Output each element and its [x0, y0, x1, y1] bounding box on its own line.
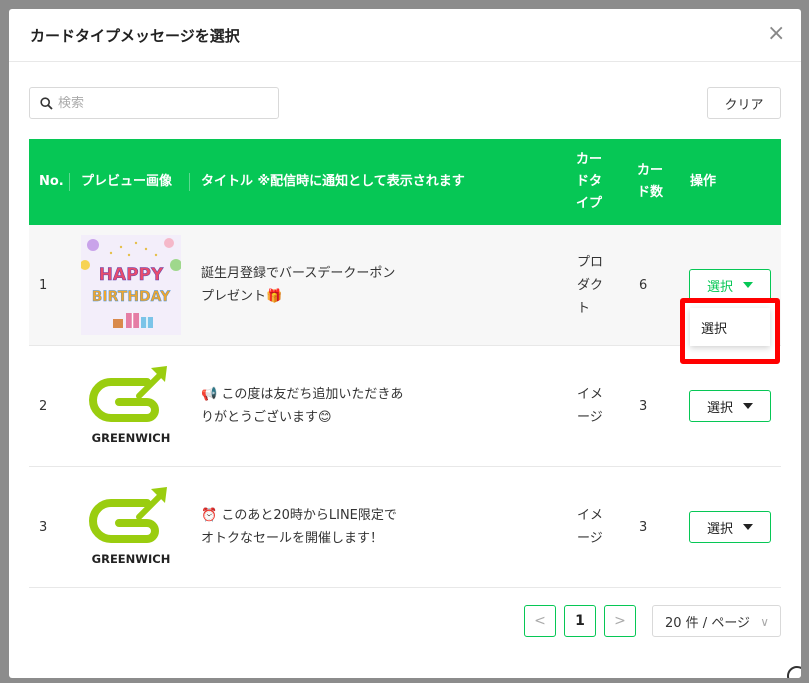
search-box[interactable] [29, 87, 279, 119]
row-card-type: イメージ [577, 467, 611, 587]
row-title-text: 📢 この度は友だち追加いただきありがとうございます😊 [201, 387, 404, 425]
row-title: 📢 この度は友だち追加いただきありがとうございます😊 [201, 346, 406, 466]
page-size-value: 20 件 / ページ [665, 615, 751, 631]
select-dropdown-button[interactable]: 選択 [689, 390, 771, 422]
toolbar: クリア [29, 87, 781, 119]
table-row: 2 GREENWICH 📢 この度は友だち追加いただきありがとうございます😊 イ… [29, 346, 781, 467]
page-number-button[interactable]: 1 [564, 605, 596, 637]
select-dropdown-button[interactable]: 選択 [689, 511, 771, 543]
row-card-type: イメージ [577, 346, 611, 466]
corner-circle-icon [787, 666, 801, 678]
next-page-button[interactable]: > [604, 605, 636, 637]
thumbnail-birthday-text: BIRTHDAY [92, 289, 171, 305]
row-card-count: 3 [639, 519, 648, 535]
caret-down-icon [743, 524, 753, 530]
row-title-text: 誕生月登録でバースデークーポンプレゼント🎁 [201, 266, 396, 304]
select-card-message-modal: カードタイプメッセージを選択 × クリア No. プレビュー画像 タイトル ※配… [9, 9, 801, 678]
row-no: 1 [39, 277, 48, 293]
header-divider [189, 173, 190, 191]
select-button-label: 選択 [706, 521, 733, 537]
card-message-table: No. プレビュー画像 タイトル ※配信時に通知として表示されます カードタイプ… [29, 139, 781, 588]
header-no: No. [39, 174, 64, 189]
row-action: 選択 [689, 467, 771, 587]
header-card-count: カード数 [637, 163, 664, 200]
preview-thumbnail: HAPPY BIRTHDAY [81, 225, 181, 345]
greenwich-logo-text: GREENWICH [92, 552, 171, 566]
happy-birthday-image: HAPPY BIRTHDAY [81, 235, 181, 335]
preview-thumbnail: GREENWICH [81, 346, 181, 466]
close-icon[interactable]: × [767, 23, 785, 45]
row-card-type: プロダクト [577, 225, 611, 345]
table-row: 1 HAPPY BIRTHDAY 誕生月登録でバースデークーポンプレゼント🎁 プ… [29, 225, 781, 346]
select-button-label: 選択 [706, 400, 733, 416]
row-title: ⏰ このあと20時からLINE限定でオトクなセールを開催します！ [201, 467, 406, 587]
thumbnail-happy-text: HAPPY [99, 265, 164, 285]
prev-page-button[interactable]: < [524, 605, 556, 637]
row-no: 3 [39, 519, 48, 535]
row-no: 2 [39, 398, 48, 414]
row-title-text: ⏰ このあと20時からLINE限定でオトクなセールを開催します！ [201, 508, 397, 546]
header-preview: プレビュー画像 [81, 174, 173, 189]
dropdown-item-select[interactable]: 選択 [690, 308, 770, 346]
greenwich-logo-text: GREENWICH [92, 431, 171, 445]
header-divider [69, 173, 70, 191]
caret-down-icon [743, 282, 753, 288]
pagination: < 1 > [524, 605, 636, 637]
dropdown-menu-highlight: 選択 [680, 298, 780, 364]
header-title: タイトル ※配信時に通知として表示されます [201, 174, 465, 189]
select-button-label: 選択 [706, 279, 733, 295]
search-icon [40, 96, 53, 110]
modal-title: カードタイプメッセージを選択 [30, 26, 240, 45]
clear-button[interactable]: クリア [707, 87, 781, 119]
header-card-type: カードタイプ [576, 152, 603, 211]
caret-down-icon [743, 403, 753, 409]
row-action: 選択 [689, 346, 771, 466]
row-card-type-text: プロダクト [577, 254, 604, 316]
row-title: 誕生月登録でバースデークーポンプレゼント🎁 [201, 225, 406, 345]
row-card-type-text: イメージ [577, 508, 604, 546]
chevron-down-icon: ∨ [760, 615, 769, 629]
table-header: No. プレビュー画像 タイトル ※配信時に通知として表示されます カードタイプ… [29, 139, 781, 225]
modal-header: カードタイプメッセージを選択 × [9, 9, 801, 62]
row-card-count: 3 [639, 398, 648, 414]
preview-thumbnail: GREENWICH [81, 467, 181, 587]
row-card-count: 6 [639, 277, 648, 293]
select-dropdown-button[interactable]: 選択 [689, 269, 771, 301]
table-row: 3 GREENWICH ⏰ このあと20時からLINE限定でオトクなセールを開催… [29, 467, 781, 588]
page-size-select[interactable]: 20 件 / ページ ∨ [652, 605, 781, 637]
header-action: 操作 [690, 174, 717, 189]
greenwich-logo-image: GREENWICH [81, 477, 181, 577]
row-card-type-text: イメージ [577, 387, 604, 425]
search-input[interactable] [58, 95, 258, 111]
greenwich-logo-image: GREENWICH [81, 356, 181, 456]
